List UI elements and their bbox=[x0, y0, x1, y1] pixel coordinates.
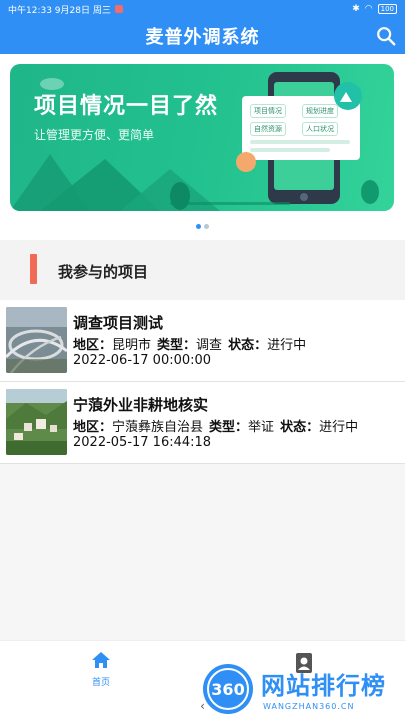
project-region: 宁蒗彝族自治县 bbox=[112, 420, 204, 435]
type-label: 类型： bbox=[209, 420, 249, 435]
wifi-icon: ◠ bbox=[364, 4, 373, 14]
project-type: 调查 bbox=[196, 338, 223, 353]
banner-chip: 人口状况 bbox=[302, 122, 338, 136]
app-bar: 麦普外调系统 bbox=[0, 18, 405, 54]
region-label: 地区： bbox=[73, 338, 113, 353]
status-label: 状态： bbox=[280, 420, 320, 435]
project-date: 2022-05-17 16:44:18 bbox=[73, 435, 212, 450]
watermark: 360 网站排行榜 WANGZHAN360.CN bbox=[199, 660, 405, 720]
banner-subtitle: 让管理更方便、更简单 bbox=[34, 128, 155, 142]
nav-home-label: 首页 bbox=[91, 678, 110, 688]
project-item[interactable]: 调查项目测试 地区：昆明市 类型：调查 状态：进行中 2022-06-17 00:0… bbox=[0, 300, 405, 382]
banner-title: 项目情况一目了然 bbox=[34, 94, 219, 119]
project-status: 进行中 bbox=[267, 338, 307, 353]
banner-chip: 项目情况 bbox=[250, 104, 286, 118]
bluetooth-icon: ✱ bbox=[352, 4, 360, 14]
status-right: ✱ ◠ 100 bbox=[352, 4, 397, 14]
battery-indicator: 100 bbox=[377, 4, 397, 14]
project-list: 调查项目测试 地区：昆明市 类型：调查 状态：进行中 2022-06-17 00:0… bbox=[0, 300, 405, 464]
section-accent-bar bbox=[30, 254, 37, 284]
status-left: 中午12:33 9月28日 周三 bbox=[8, 3, 123, 16]
mountain-town-thumbnail bbox=[6, 389, 67, 455]
carousel-dot[interactable] bbox=[196, 224, 201, 229]
project-title: 调查项目测试 bbox=[73, 314, 164, 332]
project-type: 举证 bbox=[248, 420, 275, 435]
region-label: 地区： bbox=[73, 420, 113, 435]
app-title: 麦普外调系统 bbox=[145, 27, 260, 48]
watermark-logo: 360 bbox=[203, 664, 253, 714]
project-region: 昆明市 bbox=[112, 338, 152, 353]
banner-chip: 规划进度 bbox=[302, 104, 338, 118]
banner-carousel[interactable]: 项目情况一目了然 让管理更方便、更简单 项目情况 规划进度 自然资源 人口状况 bbox=[10, 64, 394, 211]
carousel-indicator bbox=[0, 224, 405, 229]
project-meta: 地区：宁蒗彝族自治县 类型：举证 状态：进行中 bbox=[73, 416, 358, 435]
banner-chip: 自然资源 bbox=[250, 122, 286, 136]
list-empty-area bbox=[0, 464, 405, 640]
watermark-text: 网站排行榜 bbox=[261, 672, 386, 700]
search-icon[interactable] bbox=[375, 25, 397, 47]
home-icon bbox=[92, 652, 110, 668]
notification-icon bbox=[114, 5, 123, 13]
watermark-badge: 360 bbox=[211, 680, 244, 699]
status-label: 状态： bbox=[228, 338, 268, 353]
type-label: 类型： bbox=[157, 338, 197, 353]
section-title: 我参与的项目 bbox=[58, 263, 149, 281]
nav-home[interactable]: 首页 bbox=[80, 651, 122, 688]
project-status: 进行中 bbox=[319, 420, 359, 435]
project-meta: 地区：昆明市 类型：调查 状态：进行中 bbox=[73, 334, 306, 353]
project-date: 2022-06-17 00:00:00 bbox=[73, 353, 212, 368]
highway-interchange-thumbnail bbox=[6, 307, 67, 373]
carousel-dot[interactable] bbox=[204, 224, 209, 229]
status-bar: 中午12:33 9月28日 周三 ✱ ◠ 100 bbox=[0, 0, 405, 18]
project-item[interactable]: 宁蒗外业非耕地核实 地区：宁蒗彝族自治县 类型：举证 状态：进行中 2022-05-… bbox=[0, 382, 405, 464]
project-title: 宁蒗外业非耕地核实 bbox=[73, 396, 209, 414]
status-time: 中午12:33 9月28日 周三 bbox=[8, 5, 111, 16]
watermark-sub: WANGZHAN360.CN bbox=[263, 702, 355, 711]
